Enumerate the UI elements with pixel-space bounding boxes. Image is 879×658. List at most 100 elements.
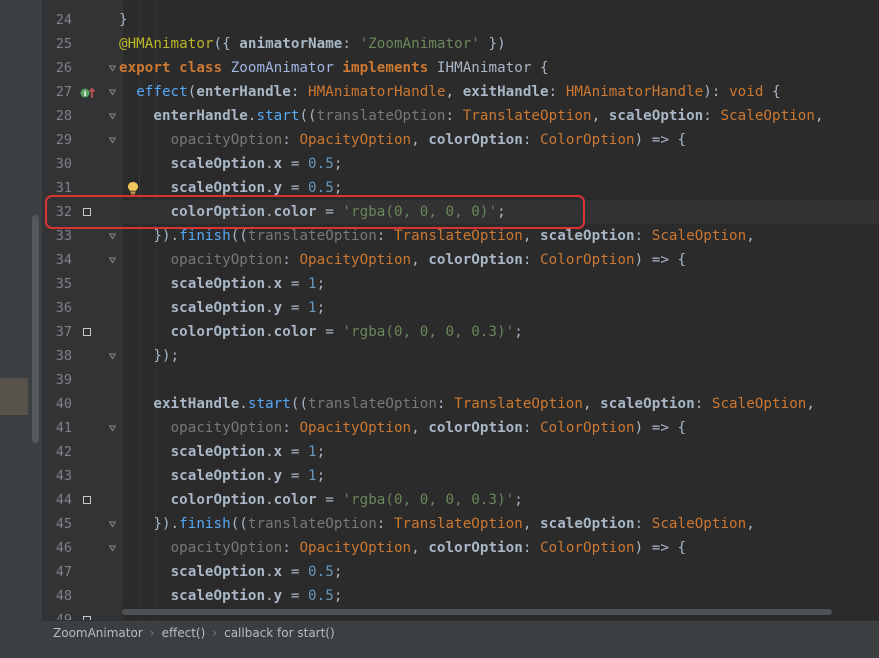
- code-line[interactable]: 47 scaleOption.x = 0.5;: [0, 560, 879, 584]
- line-number[interactable]: 48: [42, 584, 72, 608]
- line-number[interactable]: 38: [42, 344, 72, 368]
- code-text[interactable]: scaleOption.x = 0.5;: [119, 152, 343, 176]
- line-number[interactable]: 43: [42, 464, 72, 488]
- code-line[interactable]: 40 exitHandle.start((translateOption: Tr…: [0, 392, 879, 416]
- code-line[interactable]: 46 opacityOption: OpacityOption, colorOp…: [0, 536, 879, 560]
- fold-marker-icon[interactable]: [109, 257, 116, 264]
- breadcrumb-item-method[interactable]: effect(): [162, 626, 206, 640]
- code-line[interactable]: 41 opacityOption: OpacityOption, colorOp…: [0, 416, 879, 440]
- override-method-icon[interactable]: I: [80, 85, 96, 99]
- code-line[interactable]: 37 colorOption.color = 'rgba(0, 0, 0, 0.…: [0, 320, 879, 344]
- code-token: OpacityOption: [299, 132, 412, 148]
- fold-marker-icon[interactable]: [109, 89, 116, 96]
- code-text[interactable]: colorOption.color = 'rgba(0, 0, 0, 0.3)'…: [119, 488, 523, 512]
- code-token: =: [282, 564, 309, 580]
- line-number[interactable]: 39: [42, 368, 72, 392]
- line-number[interactable]: 42: [42, 440, 72, 464]
- line-number[interactable]: 34: [42, 248, 72, 272]
- fold-marker-icon[interactable]: [109, 137, 116, 144]
- code-line[interactable]: 29 opacityOption: OpacityOption, colorOp…: [0, 128, 879, 152]
- horizontal-scrollbar-thumb[interactable]: [122, 609, 832, 615]
- code-line[interactable]: 42 scaleOption.x = 1;: [0, 440, 879, 464]
- code-line[interactable]: 25 @HMAnimator({ animatorName: 'ZoomAnima…: [0, 32, 879, 56]
- line-number[interactable]: 30: [42, 152, 72, 176]
- fold-marker-icon[interactable]: [109, 353, 116, 360]
- code-text[interactable]: scaleOption.x = 1;: [119, 440, 326, 464]
- code-text[interactable]: scaleOption.y = 0.5;: [119, 584, 343, 608]
- code-text[interactable]: scaleOption.y = 1;: [119, 464, 326, 488]
- code-text[interactable]: effect(enterHandle: HMAnimatorHandle, ex…: [119, 80, 781, 104]
- code-text[interactable]: exitHandle.start((translateOption: Trans…: [119, 392, 815, 416]
- change-marker-icon[interactable]: [83, 496, 91, 504]
- code-text[interactable]: scaleOption.x = 0.5;: [119, 560, 343, 584]
- code-token: scaleOption: [608, 108, 704, 124]
- code-text[interactable]: opacityOption: OpacityOption, colorOptio…: [119, 128, 687, 152]
- horizontal-scrollbar[interactable]: [122, 606, 879, 618]
- code-token: translateOption: [247, 228, 377, 244]
- fold-marker-icon[interactable]: [109, 65, 116, 72]
- code-line[interactable]: 35 scaleOption.x = 1;: [0, 272, 879, 296]
- line-number[interactable]: 40: [42, 392, 72, 416]
- code-text[interactable]: opacityOption: OpacityOption, colorOptio…: [119, 248, 687, 272]
- fold-marker-icon[interactable]: [109, 425, 116, 432]
- fold-marker-icon[interactable]: [109, 521, 116, 528]
- code-line[interactable]: 43 scaleOption.y = 1;: [0, 464, 879, 488]
- line-number[interactable]: 35: [42, 272, 72, 296]
- line-number[interactable]: 37: [42, 320, 72, 344]
- line-number[interactable]: 46: [42, 536, 72, 560]
- code-text[interactable]: export class ZoomAnimator implements IHM…: [119, 56, 549, 80]
- code-line[interactable]: 27 effect(enterHandle: HMAnimatorHandle,…: [0, 80, 879, 104]
- code-token: 1: [308, 276, 317, 292]
- line-number[interactable]: 26: [42, 56, 72, 80]
- code-token: ;: [514, 324, 523, 340]
- code-token: animatorName: [239, 36, 343, 52]
- line-number[interactable]: 45: [42, 512, 72, 536]
- line-number[interactable]: 41: [42, 416, 72, 440]
- code-line[interactable]: 48 scaleOption.y = 0.5;: [0, 584, 879, 608]
- line-number[interactable]: 36: [42, 296, 72, 320]
- code-text[interactable]: enterHandle.start((translateOption: Tran…: [119, 104, 824, 128]
- code-text[interactable]: colorOption.color = 'rgba(0, 0, 0, 0.3)'…: [119, 320, 523, 344]
- line-number[interactable]: 25: [42, 32, 72, 56]
- code-line[interactable]: 36 scaleOption.y = 1;: [0, 296, 879, 320]
- code-line[interactable]: 38 });: [0, 344, 879, 368]
- code-line[interactable]: 34 opacityOption: OpacityOption, colorOp…: [0, 248, 879, 272]
- code-line[interactable]: 26 export class ZoomAnimator implements I…: [0, 56, 879, 80]
- code-token: exitHandle: [153, 396, 240, 412]
- code-line[interactable]: 24}: [0, 8, 879, 32]
- code-text[interactable]: opacityOption: OpacityOption, colorOptio…: [119, 416, 687, 440]
- code-token: 0.5: [308, 156, 334, 172]
- fold-marker-icon[interactable]: [109, 545, 116, 552]
- breadcrumb-item-class[interactable]: ZoomAnimator: [53, 626, 143, 640]
- line-number[interactable]: 24: [42, 8, 72, 32]
- code-line[interactable]: 39: [0, 368, 879, 392]
- fold-marker-icon[interactable]: [109, 113, 116, 120]
- code-text[interactable]: opacityOption: OpacityOption, colorOptio…: [119, 536, 687, 560]
- line-number[interactable]: 27: [42, 80, 72, 104]
- code-token: y: [273, 588, 283, 604]
- code-text[interactable]: @HMAnimator({ animatorName: 'ZoomAnimato…: [119, 32, 506, 56]
- line-number[interactable]: 47: [42, 560, 72, 584]
- code-line[interactable]: 44 colorOption.color = 'rgba(0, 0, 0, 0.…: [0, 488, 879, 512]
- line-number[interactable]: 44: [42, 488, 72, 512]
- code-line[interactable]: 28 enterHandle.start((translateOption: T…: [0, 104, 879, 128]
- lightbulb-icon[interactable]: [127, 180, 139, 195]
- code-text[interactable]: }: [119, 8, 128, 32]
- line-number[interactable]: 28: [42, 104, 72, 128]
- code-text[interactable]: });: [119, 344, 179, 368]
- code-text[interactable]: scaleOption.x = 1;: [119, 272, 326, 296]
- line-number[interactable]: 29: [42, 128, 72, 152]
- code-text[interactable]: }).finish((translateOption: TranslateOpt…: [119, 512, 755, 536]
- code-token: scaleOption: [170, 588, 266, 604]
- code-line[interactable]: 45 }).finish((translateOption: Translate…: [0, 512, 879, 536]
- code-line[interactable]: 30 scaleOption.x = 0.5;: [0, 152, 879, 176]
- change-marker-icon[interactable]: [83, 328, 91, 336]
- code-token: ((: [230, 516, 248, 532]
- code-token: ,: [522, 228, 541, 244]
- fold-marker-icon[interactable]: [109, 233, 116, 240]
- code-text[interactable]: scaleOption.y = 1;: [119, 296, 326, 320]
- code-token: scaleOption: [540, 516, 635, 532]
- breadcrumb-item-callback[interactable]: callback for start(): [224, 626, 335, 640]
